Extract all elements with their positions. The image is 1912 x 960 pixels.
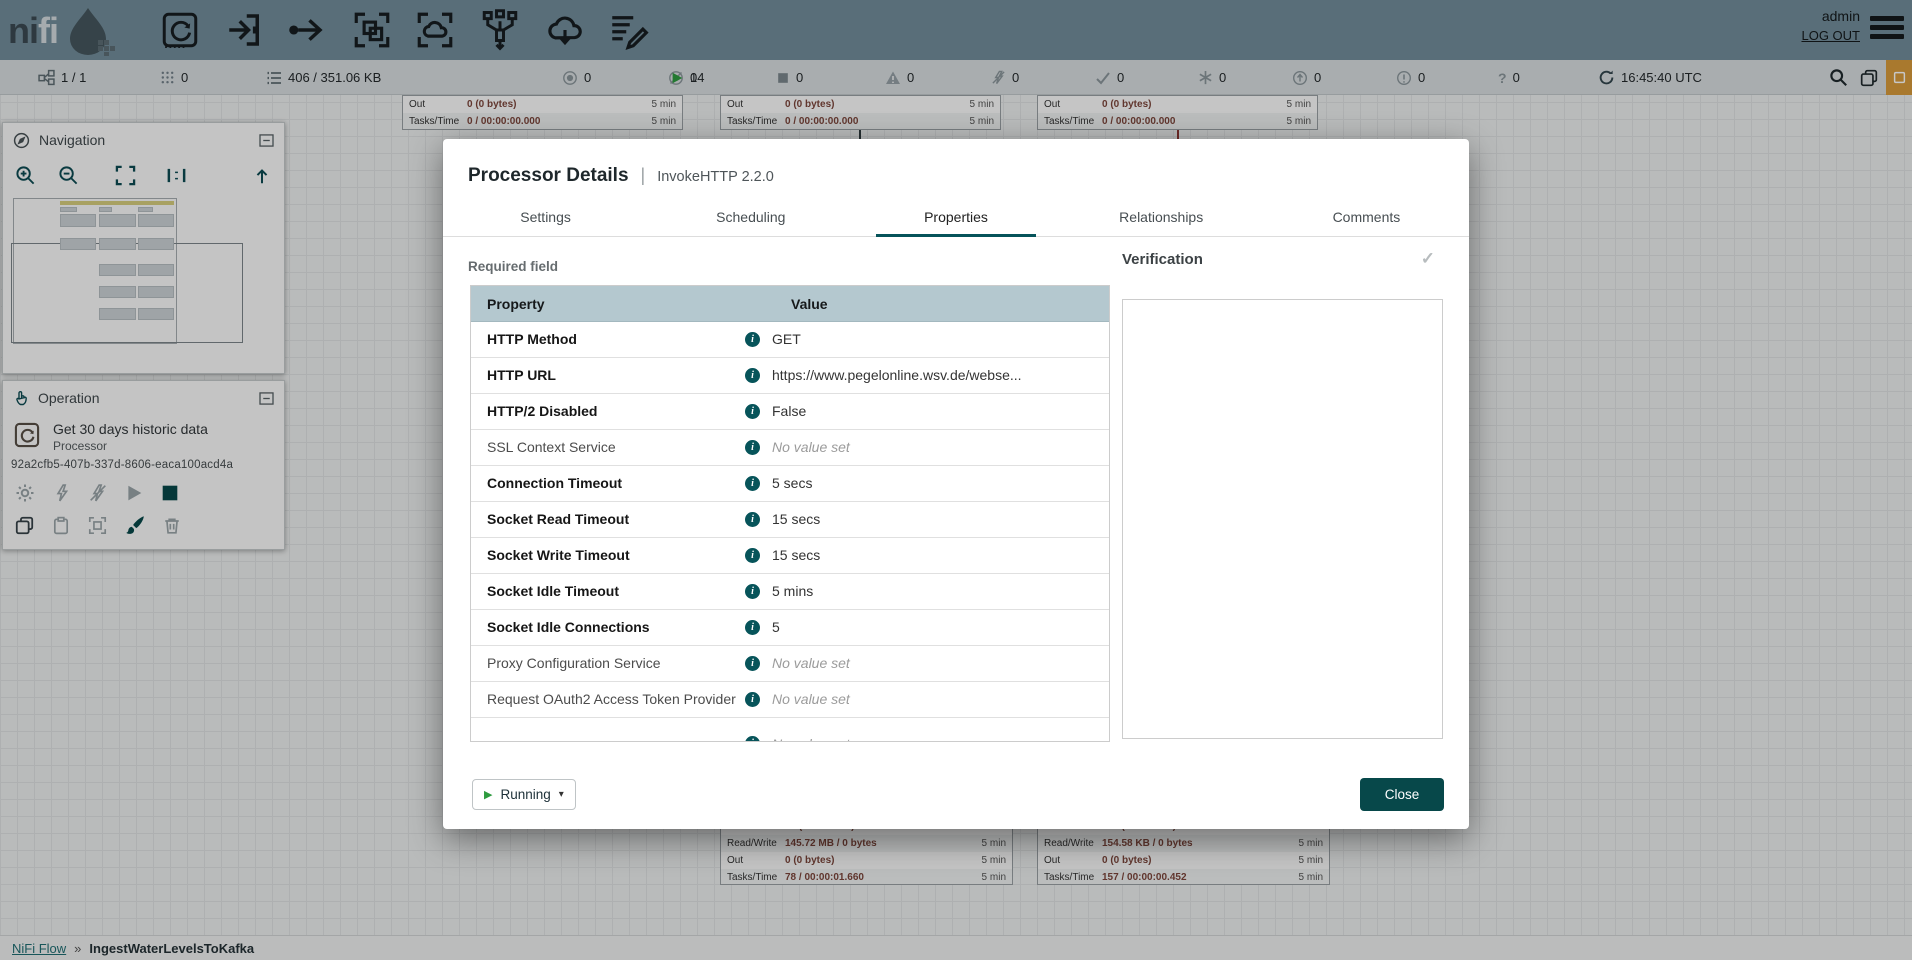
property-row-socket-idle-connections[interactable]: Socket Idle Connections i 5 bbox=[471, 610, 1109, 646]
verification-results-panel bbox=[1122, 299, 1443, 739]
info-icon: i bbox=[745, 692, 760, 707]
property-row-clipped[interactable]: i No value set bbox=[471, 718, 1109, 742]
value-column-header: Value bbox=[770, 286, 1109, 321]
property-value: GET bbox=[772, 322, 1099, 357]
info-icon: i bbox=[745, 368, 760, 383]
dialog-title: Processor Details bbox=[468, 165, 629, 187]
property-name: Socket Idle Timeout bbox=[487, 574, 749, 609]
tab-comments[interactable]: Comments bbox=[1264, 199, 1469, 236]
tab-relationships[interactable]: Relationships bbox=[1059, 199, 1264, 236]
run-status-label: Running bbox=[500, 787, 550, 802]
property-name: HTTP/2 Disabled bbox=[487, 394, 749, 429]
tab-properties[interactable]: Properties bbox=[853, 199, 1058, 236]
property-row-connection-timeout[interactable]: Connection Timeout i 5 secs bbox=[471, 466, 1109, 502]
info-icon: i bbox=[745, 332, 760, 347]
property-value: No value set bbox=[772, 718, 1099, 742]
dialog-title-separator: | bbox=[641, 165, 646, 186]
info-icon: i bbox=[745, 440, 760, 455]
property-row-ssl-context-service[interactable]: SSL Context Service i No value set bbox=[471, 430, 1109, 466]
property-name: SSL Context Service bbox=[487, 430, 749, 465]
property-value: No value set bbox=[772, 430, 1099, 465]
required-field-label: Required field bbox=[468, 259, 558, 274]
run-status-menu-button[interactable]: ▶ Running ▾ bbox=[472, 779, 576, 810]
property-row-http-method[interactable]: HTTP Method i GET bbox=[471, 322, 1109, 358]
property-value: No value set bbox=[772, 646, 1099, 681]
close-button[interactable]: Close bbox=[1360, 778, 1444, 811]
property-name: HTTP URL bbox=[487, 358, 749, 393]
property-value: 15 secs bbox=[772, 538, 1099, 573]
tab-scheduling[interactable]: Scheduling bbox=[648, 199, 853, 236]
dialog-tabs: Settings Scheduling Properties Relations… bbox=[443, 199, 1469, 237]
property-value: 5 mins bbox=[772, 574, 1099, 609]
property-name: Socket Write Timeout bbox=[487, 538, 749, 573]
info-icon: i bbox=[745, 620, 760, 635]
property-name: Request OAuth2 Access Token Provider bbox=[487, 682, 755, 717]
tab-settings[interactable]: Settings bbox=[443, 199, 648, 236]
properties-table: Property Value HTTP Method i GET HTTP UR… bbox=[470, 285, 1110, 742]
property-value: https://www.pegelonline.wsv.de/webse... bbox=[772, 358, 1099, 393]
info-icon: i bbox=[745, 736, 760, 742]
property-name: HTTP Method bbox=[487, 322, 749, 357]
info-icon: i bbox=[745, 656, 760, 671]
property-value: No value set bbox=[772, 682, 1099, 717]
property-value: False bbox=[772, 394, 1099, 429]
properties-table-header: Property Value bbox=[471, 286, 1109, 322]
property-value: 5 bbox=[772, 610, 1099, 645]
info-icon: i bbox=[745, 584, 760, 599]
property-name: Connection Timeout bbox=[487, 466, 749, 501]
property-row-http-url[interactable]: HTTP URL i https://www.pegelonline.wsv.d… bbox=[471, 358, 1109, 394]
verify-properties-button[interactable]: ✓ bbox=[1421, 249, 1435, 269]
property-row-socket-write-timeout[interactable]: Socket Write Timeout i 15 secs bbox=[471, 538, 1109, 574]
property-name: Socket Idle Connections bbox=[487, 610, 749, 645]
property-name: Proxy Configuration Service bbox=[487, 646, 749, 681]
property-column-header: Property bbox=[471, 286, 770, 321]
property-row-socket-idle-timeout[interactable]: Socket Idle Timeout i 5 mins bbox=[471, 574, 1109, 610]
property-row-proxy-configuration-service[interactable]: Proxy Configuration Service i No value s… bbox=[471, 646, 1109, 682]
processor-details-dialog: Processor Details | InvokeHTTP 2.2.0 Set… bbox=[443, 139, 1469, 829]
property-name: Socket Read Timeout bbox=[487, 502, 749, 537]
running-status-icon: ▶ bbox=[484, 788, 492, 801]
property-value: 5 secs bbox=[772, 466, 1099, 501]
info-icon: i bbox=[745, 548, 760, 563]
info-icon: i bbox=[745, 512, 760, 527]
property-row-socket-read-timeout[interactable]: Socket Read Timeout i 15 secs bbox=[471, 502, 1109, 538]
dialog-processor-type: InvokeHTTP 2.2.0 bbox=[657, 169, 774, 185]
info-icon: i bbox=[745, 476, 760, 491]
verification-title: Verification bbox=[1122, 251, 1203, 268]
property-value: 15 secs bbox=[772, 502, 1099, 537]
info-icon: i bbox=[745, 404, 760, 419]
property-row-http2-disabled[interactable]: HTTP/2 Disabled i False bbox=[471, 394, 1109, 430]
property-row-oauth2-token-provider[interactable]: Request OAuth2 Access Token Provider i N… bbox=[471, 682, 1109, 718]
chevron-down-icon: ▾ bbox=[559, 789, 564, 800]
